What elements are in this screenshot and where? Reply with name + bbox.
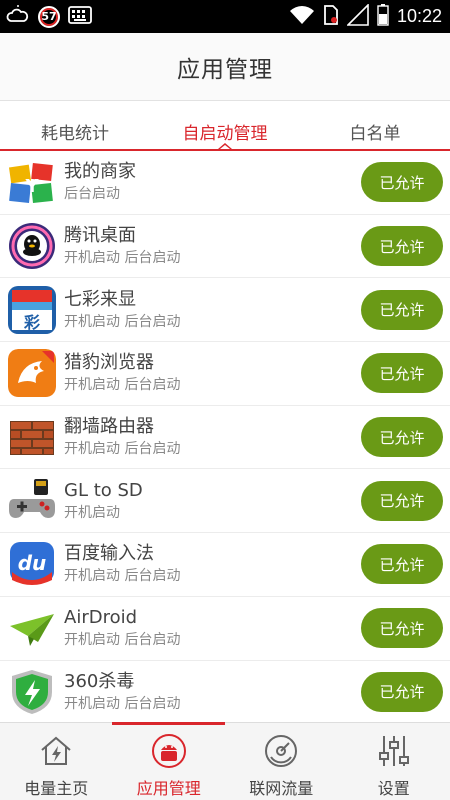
signal-icon <box>346 2 369 30</box>
app-name: 百度输入法 <box>64 543 154 565</box>
android-app-icon <box>151 733 187 769</box>
nav-label: 联网流量 <box>249 779 314 798</box>
app-startup-type: 开机启动 <box>64 504 120 521</box>
list-item: Y 我的商家 后台启动 已允许 <box>0 151 450 215</box>
tab-power-stats[interactable]: 耗电统计 <box>0 101 150 151</box>
active-nav-indicator <box>112 722 225 725</box>
svg-text:Y: Y <box>24 176 39 197</box>
app-root: 57 10:22 应用管理 耗电统计 自启动管理 白名单 Y 我的商家 后台启动… <box>0 0 450 800</box>
tencent-desktop-icon <box>8 222 56 270</box>
app-name: GL to SD <box>64 479 143 501</box>
svg-text:彩: 彩 <box>23 313 40 332</box>
page-title: 应用管理 <box>177 56 273 83</box>
qicai-caller-icon: 彩 <box>8 285 56 334</box>
app-startup-type: 开机启动 后台启动 <box>64 377 181 394</box>
app-name: AirDroid <box>64 607 138 629</box>
tab-whitelist[interactable]: 白名单 <box>300 101 450 151</box>
gamepad-icon <box>8 477 56 525</box>
list-item: 360杀毒 开机启动 后台启动 已允许 <box>0 660 450 721</box>
clock: 10:22 <box>396 6 442 26</box>
app-name: 我的商家 <box>64 161 136 183</box>
app-startup-type: 开机启动 后台启动 <box>64 250 181 267</box>
wifi-icon <box>289 5 315 29</box>
nav-label: 设置 <box>377 779 410 798</box>
nav-network-traffic[interactable]: 联网流量 <box>225 723 338 800</box>
list-item: 猎豹浏览器 开机启动 后台启动 已允许 <box>0 342 450 406</box>
app-startup-type: 开机启动 后台启动 <box>64 441 181 458</box>
header: 应用管理 <box>0 33 450 101</box>
nav-settings[interactable]: 设置 <box>338 723 450 800</box>
list-item: 腾讯桌面 开机启动 后台启动 已允许 <box>0 214 450 279</box>
app-name: 七彩来显 <box>64 288 136 310</box>
my-merchant-icon: Y <box>8 158 56 206</box>
app-list[interactable]: Y 我的商家 后台启动 已允许 腾讯桌面 开机启动 后台启动 已允许 彩 七彩来… <box>0 151 450 721</box>
list-item: 彩 七彩来显 开机启动 后台启动 已允许 <box>0 278 450 343</box>
list-item: du 百度输入法 开机启动 后台启动 已允许 <box>0 533 450 597</box>
app-startup-type: 开机启动 后台启动 <box>64 568 181 585</box>
app-name: 翻墙路由器 <box>64 416 154 438</box>
airdroid-icon <box>8 604 56 652</box>
app-startup-type: 后台启动 <box>64 186 120 203</box>
cheetah-browser-icon <box>8 349 56 398</box>
allowed-toggle-button[interactable]: 已允许 <box>361 353 443 394</box>
nav-power-home[interactable]: 电量主页 <box>0 723 113 800</box>
allowed-toggle-button[interactable]: 已允许 <box>361 608 443 649</box>
app-name: 猎豹浏览器 <box>64 352 154 374</box>
power-home-icon <box>38 733 74 769</box>
360-antivirus-icon <box>8 668 56 716</box>
allowed-toggle-button[interactable]: 已允许 <box>361 480 443 521</box>
list-item: GL to SD 开机启动 已允许 <box>0 469 450 534</box>
allowed-toggle-button[interactable]: 已允许 <box>361 289 443 330</box>
list-item: 翻墙路由器 开机启动 后台启动 已允许 <box>0 405 450 470</box>
status-bar: 57 10:22 <box>0 0 450 33</box>
brick-wall-icon <box>8 413 56 461</box>
baidu-input-icon: du <box>8 540 56 588</box>
allowed-toggle-button[interactable]: 已允许 <box>361 226 443 267</box>
tab-bar: 耗电统计 自启动管理 白名单 <box>0 101 450 151</box>
allowed-toggle-button[interactable]: 已允许 <box>361 417 443 458</box>
nav-label: 应用管理 <box>136 779 201 798</box>
list-item: AirDroid 开机启动 后台启动 已允许 <box>0 596 450 661</box>
nav-label: 电量主页 <box>24 779 89 798</box>
notification-badge: 57 <box>38 5 60 28</box>
allowed-toggle-button[interactable]: 已允许 <box>361 544 443 585</box>
app-name: 360杀毒 <box>64 670 135 692</box>
bottom-nav: 电量主页 应用管理 联网流量 设置 <box>0 722 450 800</box>
weather-icon <box>6 4 30 29</box>
app-startup-type: 开机启动 后台启动 <box>64 313 181 330</box>
settings-sliders-icon <box>376 733 412 769</box>
allowed-toggle-button[interactable]: 已允许 <box>361 671 443 712</box>
keyboard-icon <box>68 5 92 28</box>
app-startup-type: 开机启动 后台启动 <box>64 695 181 712</box>
app-name: 腾讯桌面 <box>64 225 136 247</box>
nav-app-manage[interactable]: 应用管理 <box>113 723 226 800</box>
network-traffic-icon <box>263 733 299 769</box>
svg-text:du: du <box>18 551 47 575</box>
app-startup-type: 开机启动 后台启动 <box>64 632 181 649</box>
allowed-toggle-button[interactable]: 已允许 <box>361 162 443 203</box>
tab-caret-inner <box>220 145 230 149</box>
battery-icon <box>377 3 389 30</box>
no-sim-icon <box>323 4 339 30</box>
